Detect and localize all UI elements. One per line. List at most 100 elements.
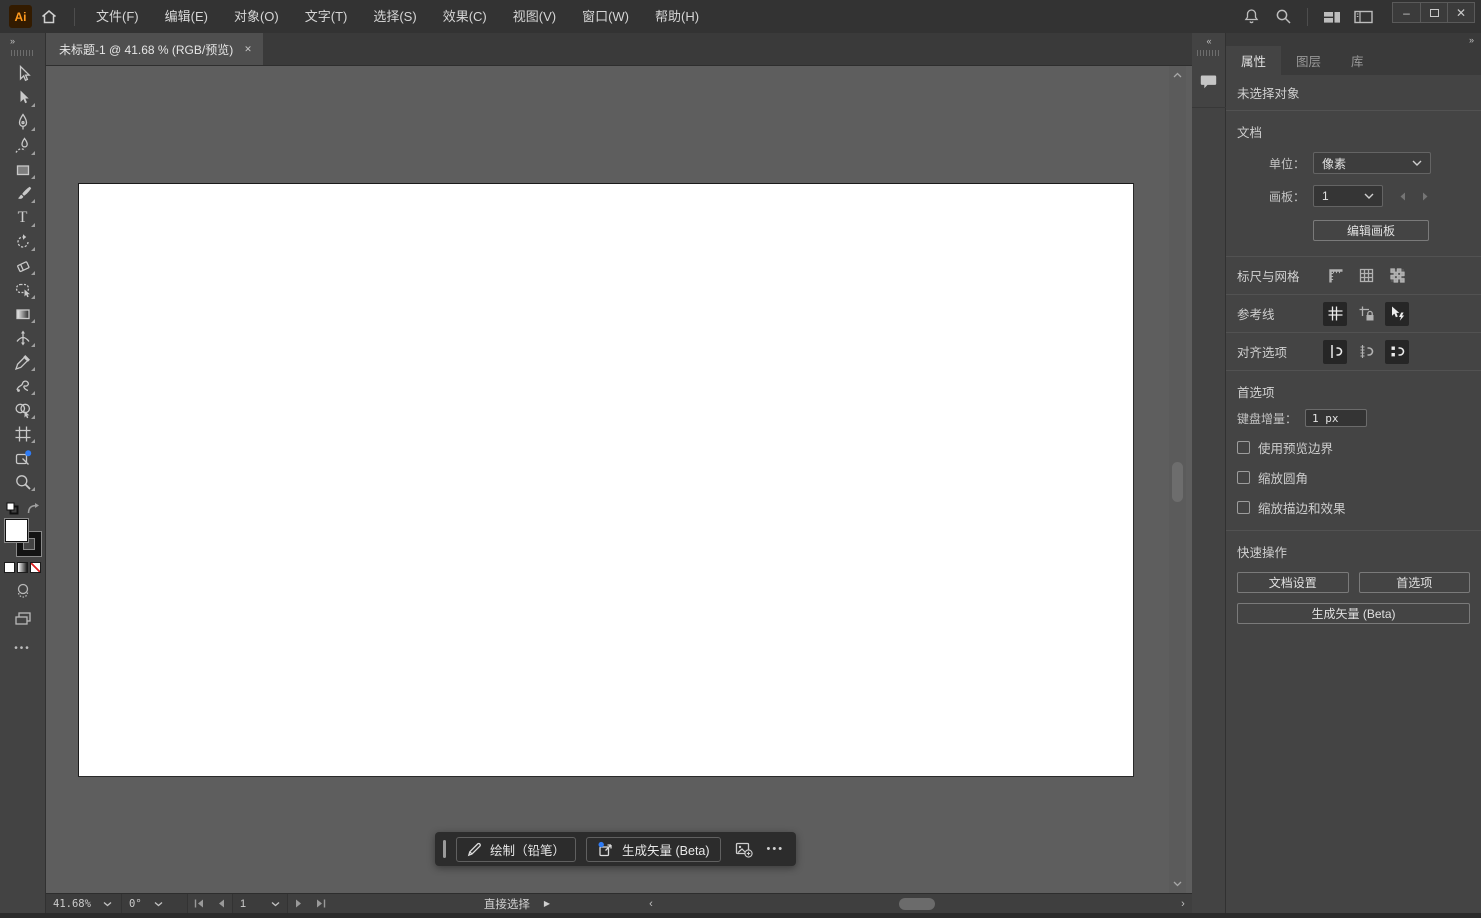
maximize-button[interactable] xyxy=(1420,3,1447,22)
snap-to-pixel-button[interactable] xyxy=(1385,340,1409,364)
type-tool[interactable]: T xyxy=(8,206,38,230)
vertical-scrollbar[interactable] xyxy=(1169,66,1186,893)
workspace-switcher-button[interactable] xyxy=(1316,0,1348,33)
home-button[interactable] xyxy=(32,0,66,33)
zoom-tool[interactable] xyxy=(8,470,38,494)
arrange-documents-button[interactable] xyxy=(1348,0,1380,33)
document-tab[interactable]: 未标题-1 @ 41.68 % (RGB/预览) ✕ xyxy=(46,33,263,65)
status-tool-display[interactable]: 直接选择 ▶ xyxy=(392,896,642,912)
menu-select[interactable]: 选择(S) xyxy=(360,0,429,33)
first-artboard-button[interactable] xyxy=(188,894,210,913)
scale-strokes-effects-checkbox[interactable] xyxy=(1237,501,1250,514)
menu-file[interactable]: 文件(F) xyxy=(83,0,152,33)
next-artboard-button[interactable] xyxy=(288,894,310,913)
horizontal-scrollbar-track[interactable] xyxy=(660,894,1174,913)
scroll-up-icon[interactable] xyxy=(1169,68,1186,82)
preferences-button[interactable]: 首选项 xyxy=(1359,572,1471,593)
scale-corners-checkbox[interactable] xyxy=(1237,471,1250,484)
menu-edit[interactable]: 编辑(E) xyxy=(152,0,221,33)
draw-mode-button[interactable] xyxy=(8,579,38,601)
minimize-button[interactable]: – xyxy=(1393,3,1420,22)
document-setup-button[interactable]: 文档设置 xyxy=(1237,572,1349,593)
show-guides-button[interactable] xyxy=(1323,302,1347,326)
none-swatch[interactable] xyxy=(30,562,41,573)
show-grid-button[interactable] xyxy=(1354,264,1378,288)
vertical-scrollbar-thumb[interactable] xyxy=(1172,462,1183,502)
menu-view[interactable]: 视图(V) xyxy=(500,0,569,33)
search-button[interactable] xyxy=(1267,0,1299,33)
menu-object[interactable]: 对象(O) xyxy=(221,0,292,33)
puppet-warp-tool[interactable] xyxy=(8,374,38,398)
collapse-dock-button[interactable]: » xyxy=(1226,33,1481,46)
menu-window[interactable]: 窗口(W) xyxy=(569,0,642,33)
default-fill-stroke-icon[interactable] xyxy=(6,502,19,515)
draw-pencil-button[interactable]: 绘制（铅笔） xyxy=(456,837,576,862)
edit-artboards-button[interactable]: 编辑画板 xyxy=(1313,220,1429,241)
mockup-tool[interactable] xyxy=(8,446,38,470)
rectangle-tool[interactable] xyxy=(8,158,38,182)
taskbar-drag-handle[interactable] xyxy=(443,840,446,858)
generate-vector-button[interactable]: 生成矢量 (Beta) xyxy=(586,837,721,862)
expand-strip-button[interactable]: « xyxy=(1206,33,1210,48)
scroll-down-icon[interactable] xyxy=(1169,877,1186,891)
zoom-level-select[interactable]: 41.68% xyxy=(46,894,122,913)
previous-artboard-button[interactable] xyxy=(210,894,232,913)
status-flyout-icon[interactable]: ▶ xyxy=(544,899,550,908)
edit-toolbar-button[interactable]: ••• xyxy=(14,643,31,654)
tab-close-icon[interactable]: ✕ xyxy=(244,44,252,55)
tab-libraries[interactable]: 库 xyxy=(1336,46,1379,75)
lock-guides-button[interactable] xyxy=(1354,302,1378,326)
use-preview-bounds-checkbox[interactable] xyxy=(1237,441,1250,454)
smart-guides-button[interactable] xyxy=(1385,302,1409,326)
tools-panel-grip[interactable] xyxy=(11,50,35,56)
scroll-right-icon[interactable]: › xyxy=(1174,898,1192,910)
rotation-select[interactable]: 0° xyxy=(122,894,188,913)
snap-to-grid-button[interactable] xyxy=(1323,340,1347,364)
gradient-tool[interactable] xyxy=(8,302,38,326)
curvature-tool[interactable] xyxy=(8,134,38,158)
tab-properties[interactable]: 属性 xyxy=(1226,46,1281,75)
swap-fill-stroke-icon[interactable] xyxy=(26,502,40,515)
collapse-tools-button[interactable]: » xyxy=(0,33,14,48)
artboard-navigation-select[interactable]: 1 xyxy=(232,894,288,913)
selection-tool[interactable] xyxy=(8,62,38,86)
previous-artboard-icon[interactable] xyxy=(1399,192,1406,201)
rotate-tool[interactable] xyxy=(8,230,38,254)
last-artboard-button[interactable] xyxy=(310,894,332,913)
shape-builder-tool[interactable] xyxy=(8,398,38,422)
horizontal-scrollbar-thumb[interactable] xyxy=(899,898,935,910)
show-rulers-button[interactable] xyxy=(1323,264,1347,288)
taskbar-more-button[interactable]: ••• xyxy=(767,843,787,855)
transparency-grid-button[interactable] xyxy=(1385,264,1409,288)
paintbrush-tool[interactable] xyxy=(8,182,38,206)
menu-help[interactable]: 帮助(H) xyxy=(642,0,712,33)
strip-grip[interactable] xyxy=(1197,50,1221,56)
color-swatch[interactable] xyxy=(4,562,15,573)
artboard-tool[interactable] xyxy=(8,422,38,446)
menu-effect[interactable]: 效果(C) xyxy=(430,0,500,33)
eyedropper-tool[interactable] xyxy=(8,350,38,374)
gradient-swatch[interactable] xyxy=(17,562,28,573)
artboard[interactable] xyxy=(78,183,1134,777)
menu-type[interactable]: 文字(T) xyxy=(292,0,361,33)
next-artboard-icon[interactable] xyxy=(1422,192,1429,201)
eraser-tool[interactable] xyxy=(8,254,38,278)
keyboard-increment-input[interactable]: 1 px xyxy=(1305,409,1367,427)
generate-image-button[interactable] xyxy=(731,837,757,862)
pen-tool[interactable] xyxy=(8,110,38,134)
shaper-tool[interactable] xyxy=(8,278,38,302)
comments-button[interactable] xyxy=(1196,70,1222,94)
close-button[interactable]: ✕ xyxy=(1447,3,1474,22)
direct-selection-tool[interactable] xyxy=(8,86,38,110)
screen-mode-button[interactable] xyxy=(8,607,38,629)
canvas-pasteboard[interactable]: 绘制（铅笔） 生成矢量 (Beta) ••• xyxy=(46,66,1192,893)
generate-vector-quick-button[interactable]: 生成矢量 (Beta) xyxy=(1237,603,1470,624)
artboard-select[interactable]: 1 xyxy=(1313,185,1383,207)
notifications-button[interactable] xyxy=(1235,0,1267,33)
horizontal-scrollbar[interactable]: ‹ › xyxy=(642,894,1192,913)
units-select[interactable]: 像素 xyxy=(1313,152,1431,174)
fill-swatch[interactable] xyxy=(5,519,28,542)
scroll-left-icon[interactable]: ‹ xyxy=(642,898,660,910)
width-tool[interactable] xyxy=(8,326,38,350)
tab-layers[interactable]: 图层 xyxy=(1281,46,1336,75)
